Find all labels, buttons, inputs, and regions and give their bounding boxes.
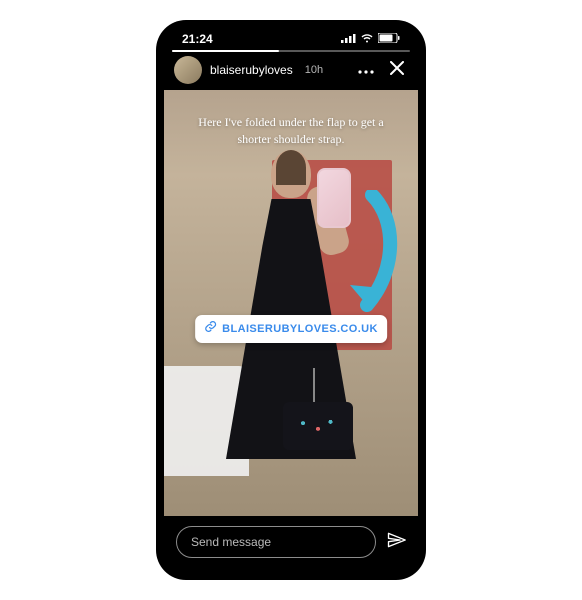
time-ago: 10h [305,64,323,76]
screen: 21:24 blaiserubyloves 10h [164,28,418,572]
more-options-icon[interactable] [354,57,378,83]
reply-input[interactable]: Send message [176,526,376,558]
story-caption: Here I've folded under the flap to get a… [164,114,418,149]
story-image[interactable]: Here I've folded under the flap to get a… [164,90,418,516]
wifi-icon [360,32,374,46]
signal-icon [341,32,356,46]
arrow-annotation-icon [332,190,402,320]
status-time: 21:24 [182,32,213,46]
send-icon[interactable] [386,530,406,555]
link-sticker[interactable]: BLAISERUBYLOVES.CO.UK [195,315,387,343]
story-progress-bar [172,50,410,52]
link-sticker-text: BLAISERUBYLOVES.CO.UK [222,323,378,335]
phone-frame: 21:24 blaiserubyloves 10h [156,20,426,580]
avatar[interactable] [174,56,202,84]
reply-placeholder: Send message [191,535,271,549]
status-bar: 21:24 [164,28,418,50]
reply-bar: Send message [164,516,418,572]
battery-icon [378,32,400,46]
story-header: blaiserubyloves 10h [164,50,418,90]
handbag [283,402,353,450]
link-icon [204,320,217,338]
close-icon[interactable] [386,57,408,84]
username[interactable]: blaiserubyloves [210,63,293,77]
status-icons [341,32,400,46]
